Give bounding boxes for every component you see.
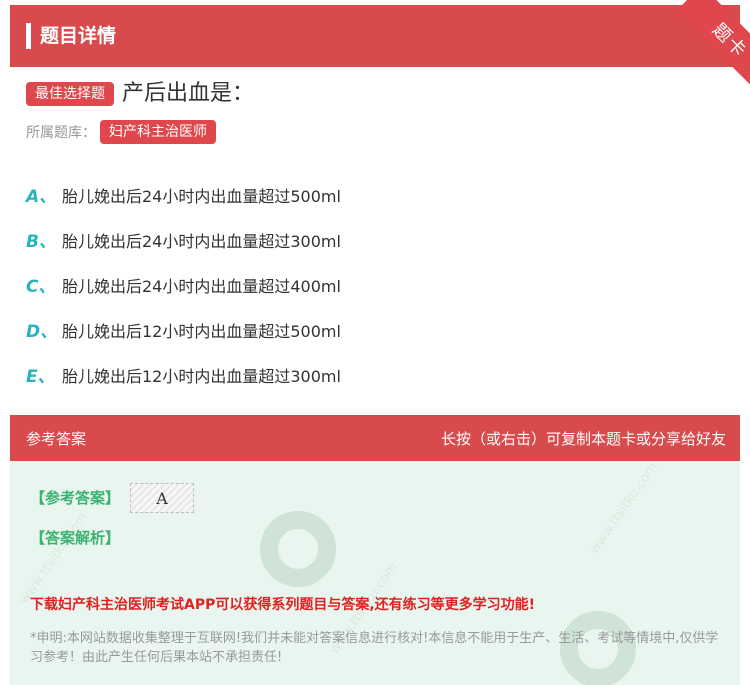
corner-ribbon: 题卡 [660,0,750,90]
option-b[interactable]: B、 胎儿娩出后24小时内出血量超过300ml [26,217,341,262]
option-letter: D、 [26,322,58,342]
reference-answer-value: A [156,488,168,508]
answer-body: www.ttsitku.com www.ttsitku.com www.ttsi… [10,461,740,685]
corner-band: 题卡 [676,0,750,90]
page-title: 题目详情 [40,25,117,47]
question-type-badge: 最佳选择题 [26,82,114,106]
watermark-text: www.ttsitku.com [586,461,661,557]
answer-header: 参考答案 长按（或右击）可复制本题卡或分享给好友 [10,415,740,461]
header-accent-bar [26,23,31,49]
option-a[interactable]: A、 胎儿娩出后24小时内出血量超过500ml [26,172,341,217]
option-e[interactable]: E、 胎儿娩出后12小时内出血量超过300ml [26,352,341,397]
watermark-logo-ring [260,511,336,587]
option-text: 胎儿娩出后24小时内出血量超过400ml [62,276,341,296]
category-row: 所属题库： 妇产科主治医师 [26,120,216,144]
option-letter: C、 [26,277,56,297]
app-promo-link[interactable]: 下载妇产科主治医师考试APP可以获得系列题目与答案,还有练习等更多学习功能! [30,594,535,614]
category-label: 所属题库： [26,125,96,141]
answer-section-title: 参考答案 [26,430,87,448]
reference-answer-label: 【参考答案】 [30,489,121,507]
options-list: A、 胎儿娩出后24小时内出血量超过500ml B、 胎儿娩出后24小时内出血量… [26,172,341,397]
question-text: 产后出血是： [122,81,255,106]
question-row: 最佳选择题 产后出血是： [26,80,254,108]
option-d[interactable]: D、 胎儿娩出后12小时内出血量超过500ml [26,307,341,352]
disclaimer-text: *申明:本网站数据收集整理于互联网!我们并未能对答案信息进行核对!本信息不能用于… [30,631,719,665]
category-badge[interactable]: 妇产科主治医师 [100,120,216,144]
option-letter: E、 [26,367,55,387]
watermark-text: www.ttsitku.com [16,510,91,607]
option-c[interactable]: C、 胎儿娩出后24小时内出血量超过400ml [26,262,341,307]
share-hint: 长按（或右击）可复制本题卡或分享给好友 [440,430,726,448]
explanation-label: 【答案解析】 [30,529,121,547]
option-text: 胎儿娩出后24小时内出血量超过300ml [62,231,341,251]
option-letter: B、 [26,232,56,252]
option-text: 胎儿娩出后12小时内出血量超过500ml [62,321,341,341]
reference-answer-image: A [130,483,194,513]
option-text: 胎儿娩出后24小时内出血量超过500ml [62,186,341,206]
corner-label: 题卡 [708,19,750,63]
option-letter: A、 [26,187,57,207]
option-text: 胎儿娩出后12小时内出血量超过300ml [62,366,341,386]
page-header: 题目详情 [10,5,740,67]
